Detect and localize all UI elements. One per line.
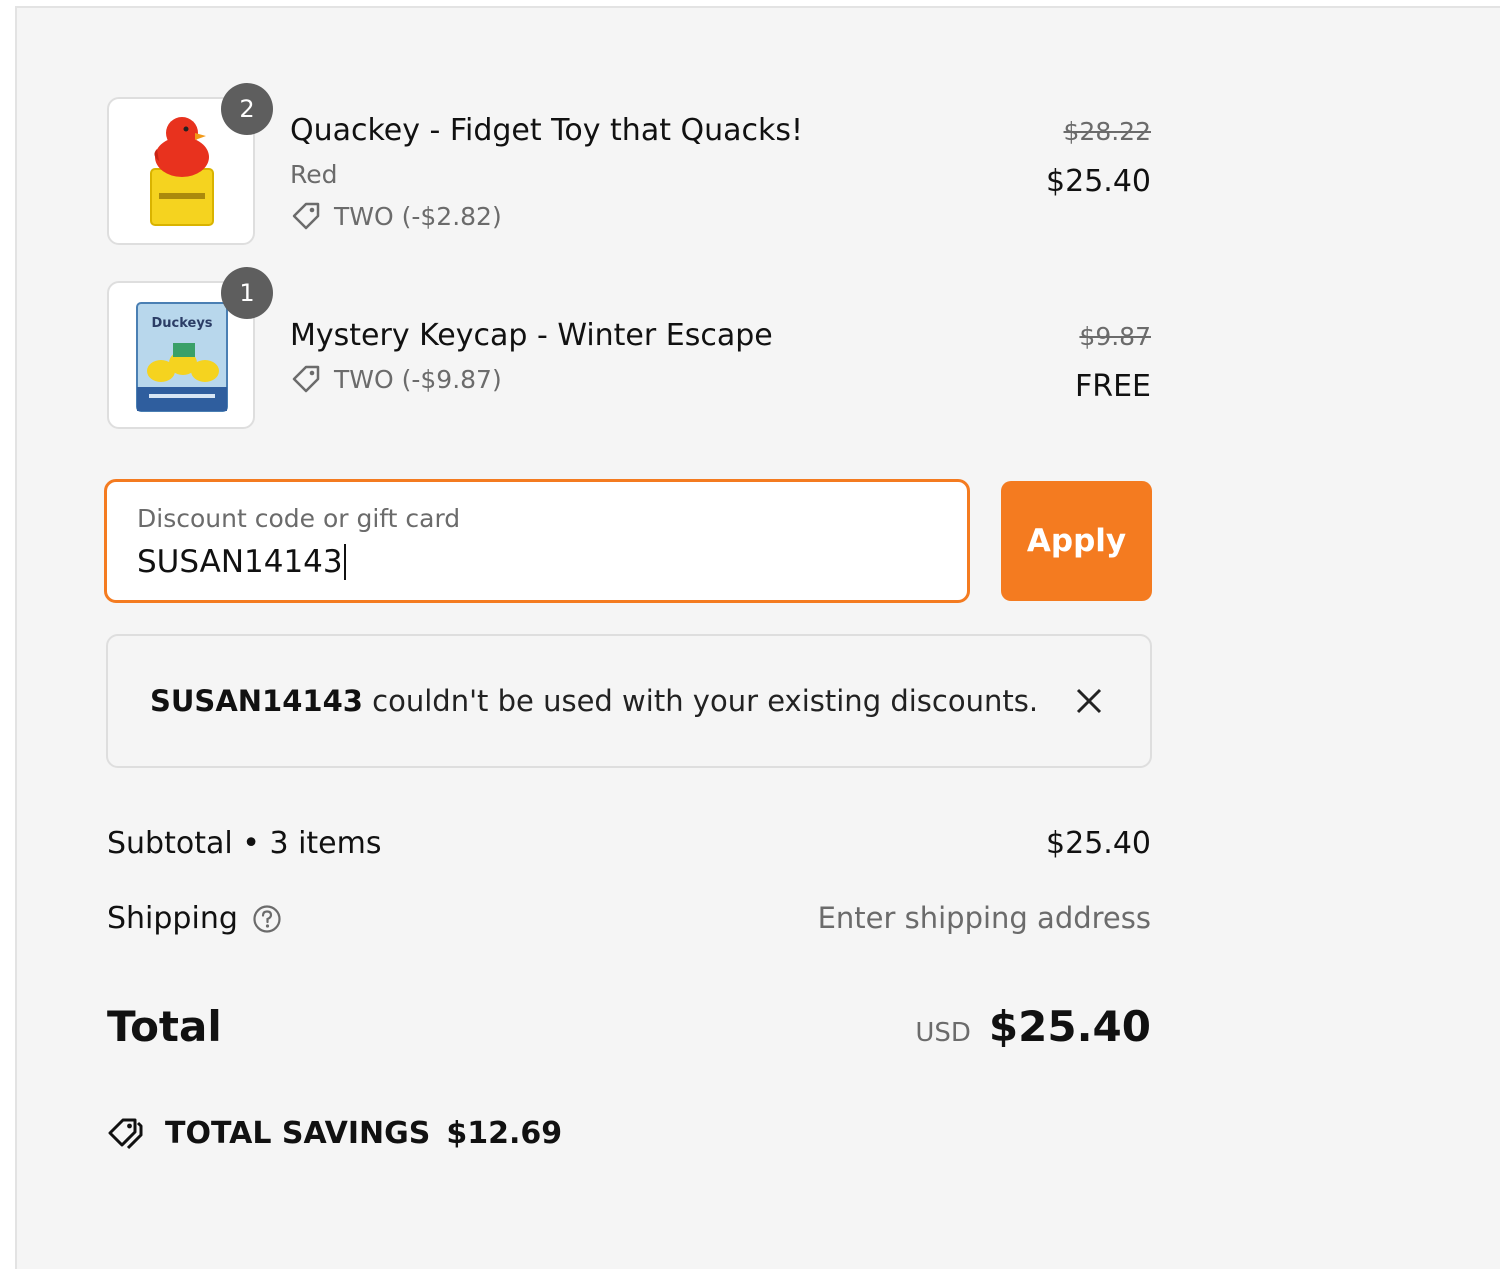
item-price: FREE — [1074, 369, 1151, 404]
close-icon[interactable] — [1074, 686, 1104, 716]
currency-code: USD — [915, 1018, 971, 1048]
help-icon[interactable] — [252, 904, 282, 934]
error-message: SUSAN14143 couldn't be used with your ex… — [150, 684, 1038, 718]
item-discount-label: TWO (-$2.82) — [334, 201, 502, 231]
total-value: $25.40 — [988, 1002, 1151, 1051]
discount-code-input[interactable]: SUSAN14143 — [137, 544, 346, 580]
subtotal-value: $25.40 — [1046, 826, 1151, 861]
item-title: Mystery Keycap - Winter Escape — [290, 318, 773, 353]
item-price: $25.40 — [1046, 164, 1151, 199]
savings-tag-icon — [108, 1118, 143, 1150]
shipping-row: Shipping — [107, 901, 282, 936]
tag-icon — [292, 365, 320, 393]
total-amount: USD $25.40 — [915, 1002, 1151, 1051]
svg-text:Duckeys: Duckeys — [151, 316, 212, 331]
discount-error-banner: SUSAN14143 couldn't be used with your ex… — [106, 634, 1152, 768]
item-title: Quackey - Fidget Toy that Quacks! — [290, 113, 804, 148]
error-message-text: couldn't be used with your existing disc… — [362, 684, 1039, 718]
item-variant: Red — [290, 160, 338, 189]
item-discount: TWO (-$9.87) — [290, 363, 502, 395]
subtotal-label: Subtotal • 3 items — [107, 826, 382, 861]
item-discount: TWO (-$2.82) — [290, 200, 502, 232]
savings-value: $12.69 — [446, 1115, 563, 1151]
shipping-label: Shipping — [107, 901, 238, 936]
item-discount-label: TWO (-$9.87) — [334, 364, 502, 394]
total-savings: TOTAL SAVINGS $12.69 — [107, 1115, 562, 1151]
discount-code-label: Discount code or gift card — [137, 504, 461, 533]
quantity-badge: 2 — [221, 83, 273, 135]
item-original-price: $9.87 — [1079, 322, 1151, 351]
item-original-price: $28.22 — [1063, 117, 1151, 146]
tag-icon — [292, 202, 320, 230]
savings-label: TOTAL SAVINGS — [165, 1115, 431, 1151]
quantity-badge: 1 — [221, 267, 273, 319]
error-code: SUSAN14143 — [150, 684, 363, 718]
discount-code-field[interactable]: Discount code or gift card SUSAN14143 — [104, 479, 970, 603]
apply-button[interactable]: Apply — [1001, 481, 1152, 601]
shipping-value: Enter shipping address — [817, 901, 1151, 935]
total-label: Total — [107, 1002, 222, 1051]
